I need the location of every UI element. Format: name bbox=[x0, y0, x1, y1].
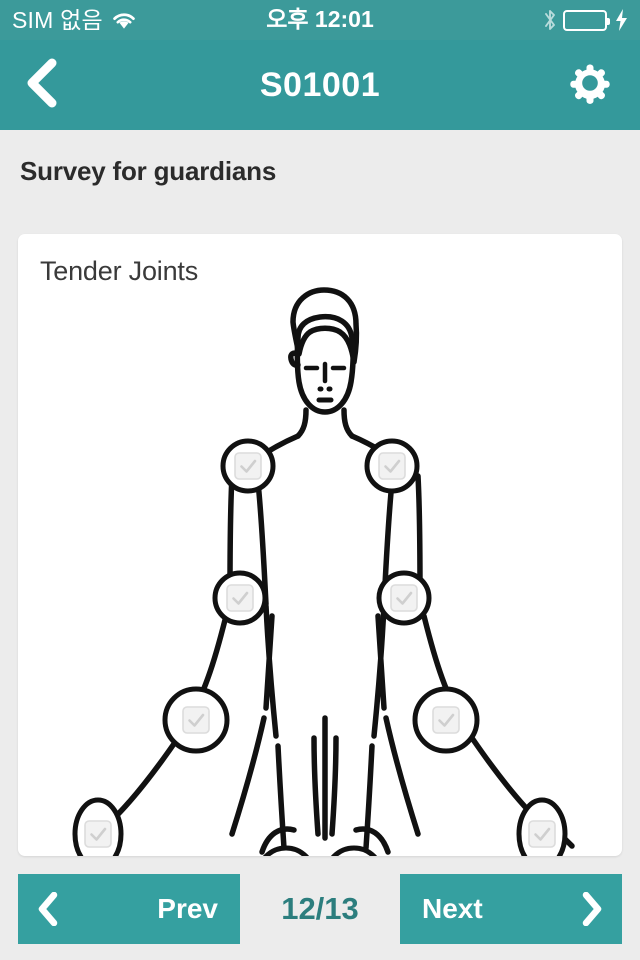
joint-checkbox[interactable] bbox=[84, 820, 112, 848]
prev-button[interactable]: Prev bbox=[18, 874, 240, 944]
wifi-icon bbox=[111, 11, 137, 30]
joint-checkbox[interactable] bbox=[378, 452, 406, 480]
joint-marker-shoulder-right[interactable] bbox=[364, 438, 420, 494]
joint-marker-knee-left[interactable] bbox=[258, 845, 314, 856]
joint-markers[interactable] bbox=[72, 438, 568, 856]
joint-marker-shoulder-left[interactable] bbox=[220, 438, 276, 494]
card-title: Tender Joints bbox=[40, 256, 198, 286]
next-button[interactable]: Next bbox=[400, 874, 622, 944]
gear-icon bbox=[567, 60, 613, 111]
body-diagram[interactable] bbox=[18, 286, 622, 856]
joint-marker-ring bbox=[330, 845, 378, 856]
joint-marker-hand-right[interactable] bbox=[516, 797, 568, 856]
bottom-navigation-bar: Prev 12/13 Next bbox=[0, 874, 640, 944]
carrier-label: SIM 없음 bbox=[12, 6, 103, 33]
joint-checkbox[interactable] bbox=[432, 706, 460, 734]
joint-marker-hand-left[interactable] bbox=[72, 797, 124, 856]
body-diagram-svg bbox=[72, 287, 575, 856]
lightning-bolt-icon bbox=[613, 9, 628, 31]
joint-marker-ring bbox=[262, 845, 310, 856]
settings-button[interactable] bbox=[564, 59, 616, 111]
joint-marker-elbow-left[interactable] bbox=[212, 570, 268, 626]
battery-icon bbox=[563, 9, 610, 31]
joint-marker-wrist-right[interactable] bbox=[412, 686, 480, 754]
back-button[interactable] bbox=[24, 57, 80, 113]
status-bar-left: SIM 없음 bbox=[12, 6, 137, 33]
joint-checkbox[interactable] bbox=[528, 820, 556, 848]
joint-checkbox[interactable] bbox=[226, 584, 254, 612]
chevron-left-icon bbox=[24, 58, 58, 113]
chevron-left-icon bbox=[36, 892, 60, 926]
prev-button-label: Prev bbox=[157, 893, 218, 924]
survey-heading: Survey for guardians bbox=[20, 156, 277, 186]
body-outline bbox=[75, 287, 575, 855]
navigation-bar: S01001 bbox=[0, 40, 640, 130]
joint-checkbox[interactable] bbox=[234, 452, 262, 480]
page-title: S01001 bbox=[259, 65, 381, 104]
status-bar: SIM 없음 오후 12:01 bbox=[0, 0, 640, 40]
joint-marker-knee-right[interactable] bbox=[326, 845, 382, 856]
joint-marker-elbow-right[interactable] bbox=[376, 570, 432, 626]
bluetooth-icon bbox=[543, 8, 557, 32]
joint-checkbox[interactable] bbox=[390, 584, 418, 612]
next-button-label: Next bbox=[422, 893, 483, 924]
page-indicator: 12/13 bbox=[281, 891, 359, 926]
question-card: Tender Joints bbox=[18, 234, 622, 856]
clock-label: 오후 12:01 bbox=[266, 6, 374, 32]
app-root: SIM 없음 오후 12:01 S01001 Survey for guardi… bbox=[0, 0, 640, 960]
chevron-right-icon bbox=[580, 892, 604, 926]
joint-marker-wrist-left[interactable] bbox=[162, 686, 230, 754]
status-bar-right bbox=[543, 8, 628, 32]
joint-checkbox[interactable] bbox=[182, 706, 210, 734]
